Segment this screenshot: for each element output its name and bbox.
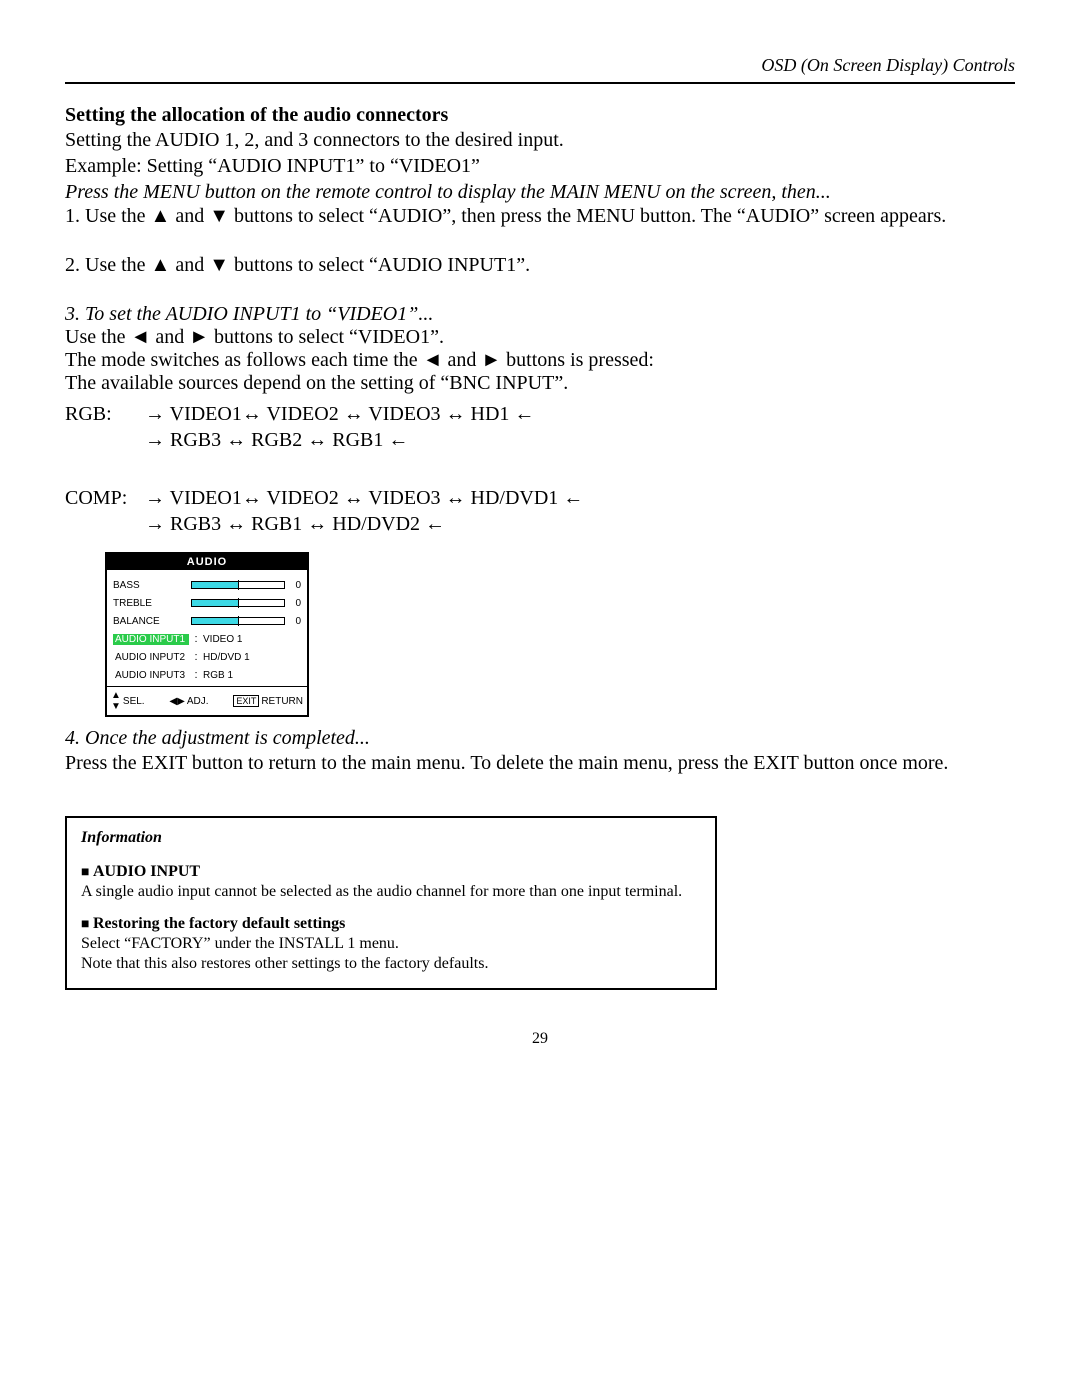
osd-bass-label: BASS — [113, 580, 187, 591]
step-3-line-1-post: buttons to select “VIDEO1”. — [209, 326, 444, 348]
intro-line-2: Example: Setting “AUDIO INPUT1” to “VIDE… — [65, 153, 1015, 179]
osd-balance-bar — [191, 617, 285, 625]
information-box: Information ■ AUDIO INPUT A single audio… — [65, 816, 717, 990]
osd-row-balance: BALANCE 0 — [113, 612, 301, 630]
intro-line-1: Setting the AUDIO 1, 2, and 3 connectors… — [65, 127, 1015, 153]
osd-treble-label: TREBLE — [113, 598, 187, 609]
osd-panel: AUDIO BASS 0 TREBLE 0 BALANCE 0 AUDIO IN… — [105, 552, 309, 717]
right-icon: ► — [481, 349, 501, 371]
osd-bass-value: 0 — [289, 580, 301, 591]
step-3-heading: 3. To set the AUDIO INPUT1 to “VIDEO1”..… — [65, 303, 1015, 326]
updown-icon: ▲▼ — [111, 690, 121, 712]
page-number: 29 — [65, 1030, 1015, 1048]
page-header: OSD (On Screen Display) Controls — [65, 55, 1015, 76]
osd-assign-3-label: AUDIO INPUT3 — [113, 670, 189, 681]
osd-assign-2-label: AUDIO INPUT2 — [113, 652, 189, 663]
cycle-comp: COMP: → VIDEO1↔ VIDEO2 ↔ VIDEO3 ↔ HD/DVD… — [65, 485, 1015, 537]
information-heading: Information — [81, 828, 701, 848]
section-title: Setting the allocation of the audio conn… — [65, 104, 1015, 127]
cycle-rgb: RGB: → VIDEO1↔ VIDEO2 ↔ VIDEO3 ↔ HD1 ← →… — [65, 401, 1015, 453]
step-4-body: Press the EXIT button to return to the m… — [65, 750, 1015, 776]
step-2-pre: 2. Use the — [65, 254, 151, 276]
info-item-1-title: AUDIO INPUT — [93, 863, 200, 880]
osd-footer-adj: ADJ. — [187, 696, 209, 707]
step-3-line-2: The mode switches as follows each time t… — [65, 349, 1015, 372]
step-2: 2. Use the ▲ and ▼ buttons to select “AU… — [65, 254, 1015, 277]
down-icon: ▼ — [209, 254, 229, 276]
step-1-mid: buttons to select “AUDIO”, then press th… — [229, 205, 946, 227]
osd-balance-label: BALANCE — [113, 616, 187, 627]
bullet-icon: ■ — [81, 865, 93, 880]
cycle-comp-label: COMP: — [65, 485, 125, 511]
step-3-line-3: The available sources depend on the sett… — [65, 372, 1015, 395]
and-text: and — [150, 326, 189, 348]
cycle-rgb-line-2: → RGB3 ↔ RGB2 ↔ RGB1 ← — [145, 427, 1015, 453]
bullet-icon: ■ — [81, 917, 93, 932]
info-item-2-body-1: Select “FACTORY” under the INSTALL 1 men… — [81, 934, 701, 954]
left-icon: ◄ — [423, 349, 443, 371]
header-rule — [65, 82, 1015, 84]
osd-treble-value: 0 — [289, 598, 301, 609]
cycle-comp-line-2: → RGB3 ↔ RGB1 ↔ HD/DVD2 ← — [145, 511, 1015, 537]
osd-assign-1: AUDIO INPUT1 : VIDEO 1 — [113, 630, 301, 648]
osd-footer-return: RETURN — [261, 696, 303, 707]
step-2-mid: buttons to select “AUDIO INPUT1”. — [229, 254, 530, 276]
osd-assign-3: AUDIO INPUT3 : RGB 1 — [113, 666, 301, 684]
and-text: and — [442, 349, 481, 371]
step-1: 1. Use the ▲ and ▼ buttons to select “AU… — [65, 205, 1015, 228]
and-text: and — [170, 205, 209, 227]
step-4-heading: 4. Once the adjustment is completed... — [65, 727, 1015, 750]
osd-row-treble: TREBLE 0 — [113, 594, 301, 612]
step-3-line-1: Use the ◄ and ► buttons to select “VIDEO… — [65, 326, 1015, 349]
osd-assign-3-source: RGB 1 — [203, 670, 233, 681]
info-item-2-title: Restoring the factory default settings — [93, 915, 345, 932]
intro-line-3: Press the MENU button on the remote cont… — [65, 179, 1015, 205]
cycle-rgb-line-1: → VIDEO1↔ VIDEO2 ↔ VIDEO3 ↔ HD1 ← — [145, 401, 1015, 427]
osd-footer-sel: SEL. — [123, 696, 145, 707]
osd-footer-exit: EXIT — [233, 695, 259, 707]
step-3-line-1-pre: Use the — [65, 326, 131, 348]
osd-bass-bar — [191, 581, 285, 589]
step-1-pre: 1. Use the — [65, 205, 151, 227]
left-icon: ◄ — [131, 326, 151, 348]
down-icon: ▼ — [209, 205, 229, 227]
cycle-comp-line-1: → VIDEO1↔ VIDEO2 ↔ VIDEO3 ↔ HD/DVD1 ← — [145, 485, 1015, 511]
osd-assign-2: AUDIO INPUT2 : HD/DVD 1 — [113, 648, 301, 666]
osd-title: AUDIO — [107, 554, 307, 570]
up-icon: ▲ — [151, 254, 171, 276]
osd-treble-bar — [191, 599, 285, 607]
osd-assign-2-source: HD/DVD 1 — [203, 652, 250, 663]
info-item-1-body: A single audio input cannot be selected … — [81, 882, 701, 902]
step-3-line-2-post: buttons is pressed: — [501, 349, 654, 371]
info-item-2-body-2: Note that this also restores other setti… — [81, 954, 701, 974]
osd-footer: ▲▼ SEL. ◀▶ ADJ. EXIT RETURN — [107, 686, 307, 715]
osd-row-bass: BASS 0 — [113, 576, 301, 594]
and-text: and — [170, 254, 209, 276]
cycle-rgb-label: RGB: — [65, 401, 125, 427]
step-3-line-2-pre: The mode switches as follows each time t… — [65, 349, 423, 371]
osd-assign-1-source: VIDEO 1 — [203, 634, 242, 645]
right-icon: ► — [189, 326, 209, 348]
osd-assign-1-label: AUDIO INPUT1 — [113, 634, 189, 645]
leftright-icon: ◀▶ — [169, 696, 184, 707]
up-icon: ▲ — [151, 205, 171, 227]
osd-balance-value: 0 — [289, 616, 301, 627]
